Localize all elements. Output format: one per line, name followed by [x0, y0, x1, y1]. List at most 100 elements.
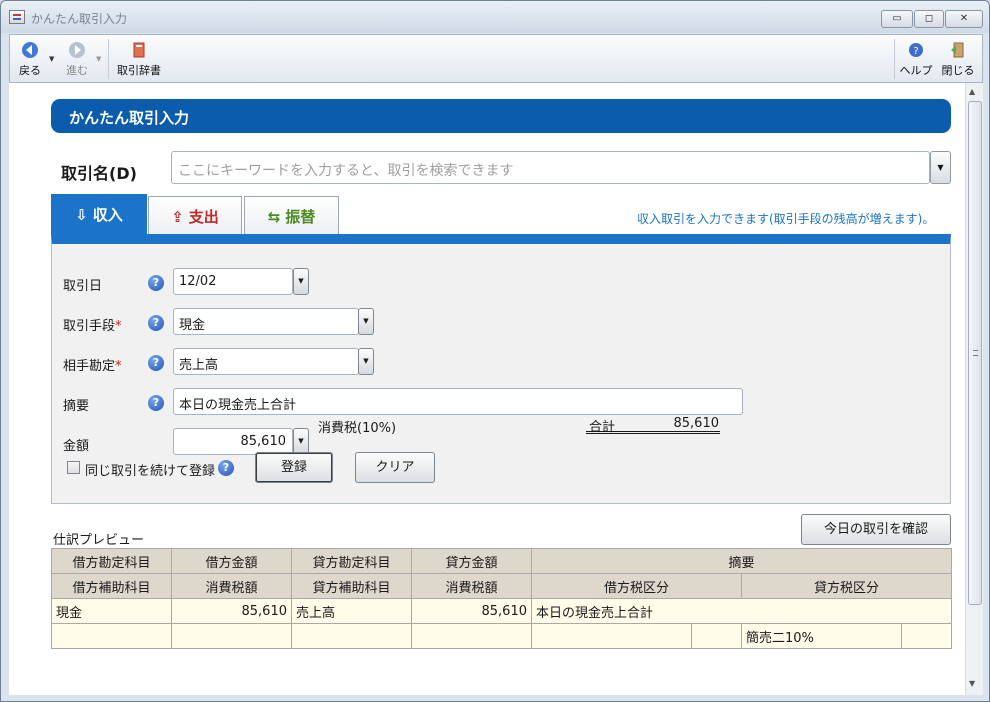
tab-transfer-label: 振替 [285, 208, 316, 226]
table-cell: 85,610 [171, 598, 292, 624]
dropdown-arrow-icon: ▼ [363, 357, 369, 365]
total-label: 合計 [589, 420, 616, 435]
table-header-row: 借方補助科目 消費税額 貸方補助科目 消費税額 借方税区分 貸方税区分 [51, 573, 953, 599]
table-row: 簡売二10% [51, 623, 953, 649]
column-header: 借方金額 [171, 548, 292, 574]
help-icon[interactable]: ? [148, 395, 164, 411]
table-cell [51, 623, 172, 649]
column-header: 借方税区分 [531, 573, 742, 599]
account-dropdown[interactable]: ▼ [358, 348, 374, 375]
account-label-text: 相手勘定 [63, 359, 116, 374]
dropdown-arrow-icon: ▼ [937, 163, 944, 172]
column-header: 貸方税区分 [740, 573, 953, 599]
back-arrow-icon [22, 42, 38, 58]
table-cell: 売上高 [291, 598, 412, 624]
summary-label: 摘要 [63, 399, 90, 414]
clear-button[interactable]: クリア [355, 452, 435, 483]
amount-dropdown[interactable]: ▼ [293, 428, 309, 455]
amount-label: 金額 [63, 439, 90, 454]
forward-arrow-icon [69, 42, 85, 58]
register-button[interactable]: 登録 [255, 452, 333, 483]
help-label: ヘルプ [899, 64, 933, 77]
exit-door-icon [951, 42, 964, 58]
app-icon [9, 10, 25, 24]
repeat-checkbox[interactable] [67, 461, 80, 474]
dictionary-label: 取引辞書 [117, 64, 161, 77]
scroll-thumb[interactable] [968, 101, 982, 605]
table-header-row: 借方勘定科目 借方金額 貸方勘定科目 貸方金額 摘要 [51, 548, 953, 574]
today-transactions-button[interactable]: 今日の取引を確認 [801, 514, 951, 545]
account-field[interactable]: 売上高 [173, 348, 359, 375]
column-header: 消費税額 [411, 573, 532, 599]
tab-expense-label: 支出 [188, 208, 219, 226]
table-cell [291, 623, 412, 649]
app-window: かんたん取引入力 ▭ ◻ ✕ 戻る ▼ 進む ▼ 取引辞書 ? ヘルプ 閉じる [0, 0, 990, 702]
back-dropdown-icon[interactable]: ▼ [49, 55, 54, 63]
svg-text:?: ? [913, 46, 918, 57]
toolbar: 戻る ▼ 進む ▼ 取引辞書 ? ヘルプ 閉じる [9, 34, 983, 83]
help-icon[interactable]: ? [148, 315, 164, 331]
tab-info-text: 収入取引を入力できます(取引手段の残高が増えます)。 [637, 212, 935, 226]
help-icon[interactable]: ? [148, 355, 164, 371]
scroll-up-icon[interactable]: ▲ [969, 87, 975, 96]
date-field[interactable]: 12/02 [173, 268, 293, 295]
forward-label: 進む [66, 64, 88, 77]
help-icon[interactable]: ? [148, 275, 164, 291]
table-cell [691, 623, 742, 649]
page-title: かんたん取引入力 [51, 99, 951, 133]
table-cell: 現金 [51, 598, 172, 624]
table-cell [900, 623, 953, 649]
journal-preview-table: 借方勘定科目 借方金額 貸方勘定科目 貸方金額 摘要 借方補助科目 消費税額 貸… [51, 548, 953, 649]
date-label: 取引日 [63, 279, 103, 294]
column-header: 摘要 [530, 548, 953, 574]
table-row: 現金 85,610 売上高 85,610 本日の現金売上合計 [51, 598, 953, 624]
help-button[interactable]: ? ヘルプ [898, 37, 934, 81]
main-content: かんたん取引入力 取引名(D) ここにキーワードを入力すると、取引を検索できます… [9, 83, 967, 695]
tab-expense[interactable]: ⇪ 支出 [148, 196, 242, 234]
table-cell: 本日の現金売上合計 [530, 598, 953, 624]
help-icon: ? [909, 43, 923, 57]
table-cell [411, 623, 532, 649]
tab-transfer[interactable]: ⇆ 振替 [244, 196, 339, 234]
close-button[interactable]: 閉じる [938, 37, 978, 81]
account-label: 相手勘定* [63, 355, 122, 374]
scroll-grip-icon [973, 350, 978, 356]
maximize-button[interactable]: ◻ [914, 10, 944, 28]
tab-income[interactable]: ⇩ 収入 [51, 194, 147, 235]
summary-field[interactable]: 本日の現金売上合計 [173, 388, 743, 415]
table-cell: 85,610 [411, 598, 532, 624]
expense-icon: ⇪ [171, 208, 184, 226]
forward-button[interactable]: 進む [60, 37, 94, 81]
method-dropdown[interactable]: ▼ [358, 308, 374, 335]
close-window-button[interactable]: ✕ [945, 10, 983, 28]
dictionary-button[interactable]: 取引辞書 [113, 37, 165, 81]
column-header: 消費税額 [171, 573, 292, 599]
vertical-scrollbar[interactable]: ▲ ▼ [965, 83, 983, 695]
column-header: 借方勘定科目 [51, 548, 172, 574]
back-button[interactable]: 戻る [14, 37, 46, 81]
method-label: 取引手段* [63, 315, 122, 334]
transaction-name-input[interactable]: ここにキーワードを入力すると、取引を検索できます [171, 151, 930, 184]
minimize-button[interactable]: ▭ [881, 10, 913, 28]
help-icon[interactable]: ? [218, 460, 234, 476]
close-label: 閉じる [941, 64, 975, 77]
date-dropdown[interactable]: ▼ [293, 268, 309, 295]
method-field[interactable]: 現金 [173, 308, 359, 335]
title-bar: かんたん取引入力 ▭ ◻ ✕ [1, 1, 989, 33]
forward-dropdown-icon[interactable]: ▼ [96, 55, 101, 63]
journal-preview-title: 仕訳プレビュー [53, 533, 145, 548]
window-title: かんたん取引入力 [31, 12, 128, 26]
total-value: 85,610 [673, 416, 720, 431]
dropdown-arrow-icon: ▼ [363, 317, 369, 325]
toolbar-separator [108, 39, 109, 79]
amount-field[interactable]: 85,610 [173, 428, 293, 455]
transaction-name-dropdown[interactable]: ▼ [930, 151, 951, 184]
column-header: 貸方勘定科目 [291, 548, 412, 574]
dropdown-arrow-icon: ▼ [298, 437, 304, 445]
transfer-icon: ⇆ [267, 208, 281, 226]
scroll-down-icon[interactable]: ▼ [969, 679, 975, 688]
income-icon: ⇩ [75, 206, 88, 224]
tab-income-label: 収入 [92, 206, 123, 224]
dictionary-icon [133, 42, 145, 58]
tax-label: 消費税(10%) [318, 421, 397, 436]
